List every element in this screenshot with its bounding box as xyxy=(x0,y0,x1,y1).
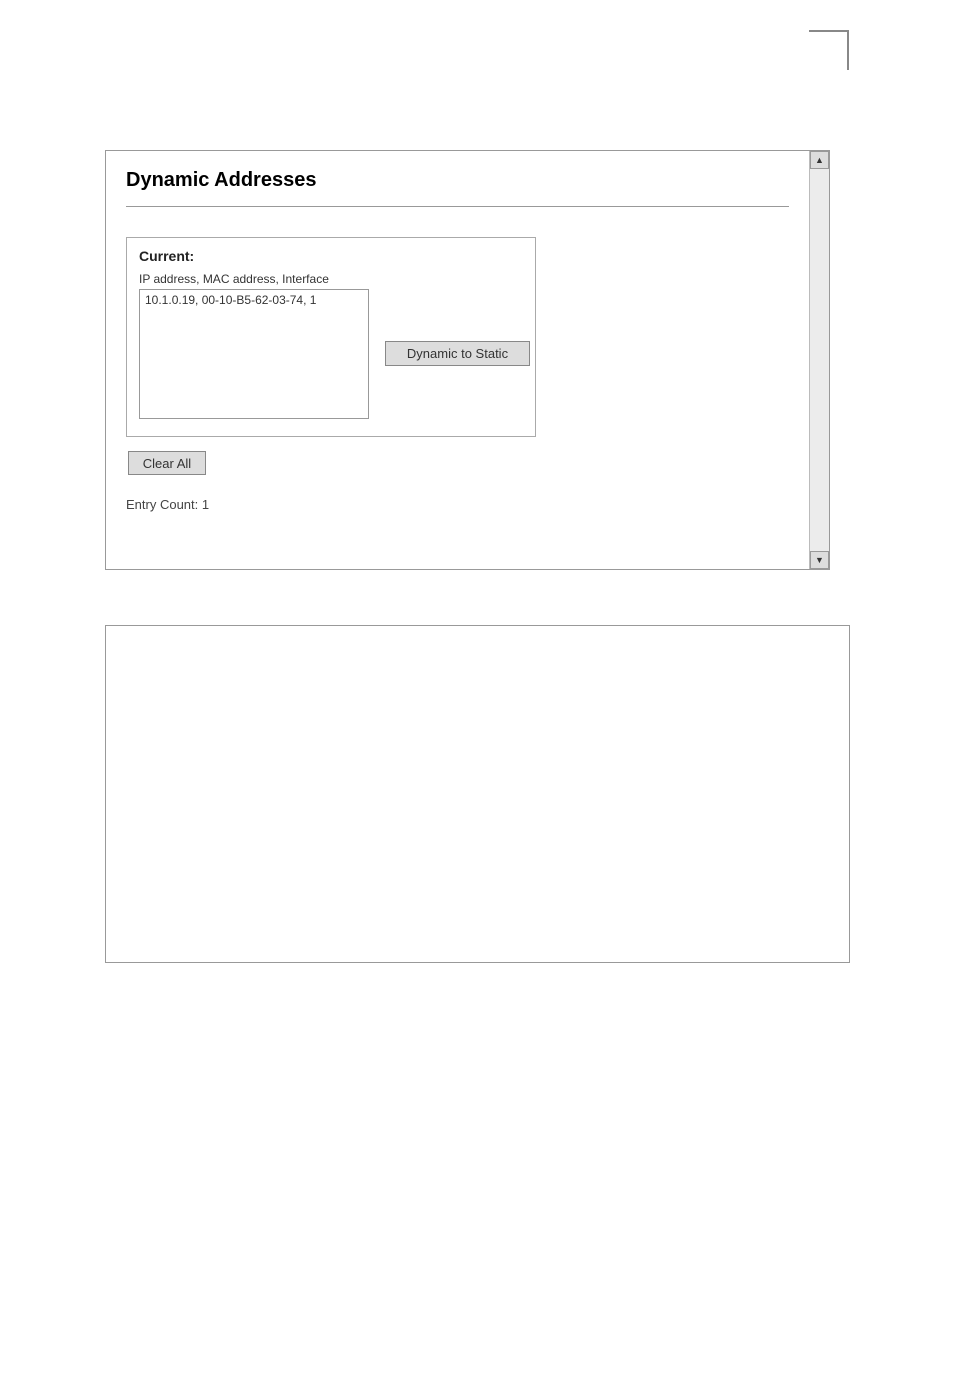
list-header: IP address, MAC address, Interface xyxy=(139,272,523,286)
blank-panel xyxy=(105,625,850,963)
scroll-up-button[interactable]: ▲ xyxy=(810,151,829,169)
corner-crop-mark-v xyxy=(847,30,849,70)
scroll-track[interactable] xyxy=(810,169,829,551)
list-item[interactable]: 10.1.0.19, 00-10-B5-62-03-74, 1 xyxy=(145,293,363,307)
divider xyxy=(126,206,789,207)
scroll-down-button[interactable]: ▼ xyxy=(810,551,829,569)
chevron-down-icon: ▼ xyxy=(815,555,824,565)
chevron-up-icon: ▲ xyxy=(815,155,824,165)
vertical-scrollbar[interactable]: ▲ ▼ xyxy=(809,151,829,569)
dynamic-to-static-button[interactable]: Dynamic to Static xyxy=(385,341,530,366)
clear-all-button[interactable]: Clear All xyxy=(128,451,206,475)
entry-count-text: Entry Count: 1 xyxy=(126,497,789,512)
dynamic-addresses-panel: Dynamic Addresses Current: IP address, M… xyxy=(105,150,830,570)
current-label: Current: xyxy=(139,248,523,264)
corner-crop-mark-h xyxy=(809,30,849,32)
current-fieldset: Current: IP address, MAC address, Interf… xyxy=(126,237,536,437)
address-listbox[interactable]: 10.1.0.19, 00-10-B5-62-03-74, 1 xyxy=(139,289,369,419)
panel-content: Dynamic Addresses Current: IP address, M… xyxy=(106,151,809,569)
page-title: Dynamic Addresses xyxy=(126,169,789,192)
